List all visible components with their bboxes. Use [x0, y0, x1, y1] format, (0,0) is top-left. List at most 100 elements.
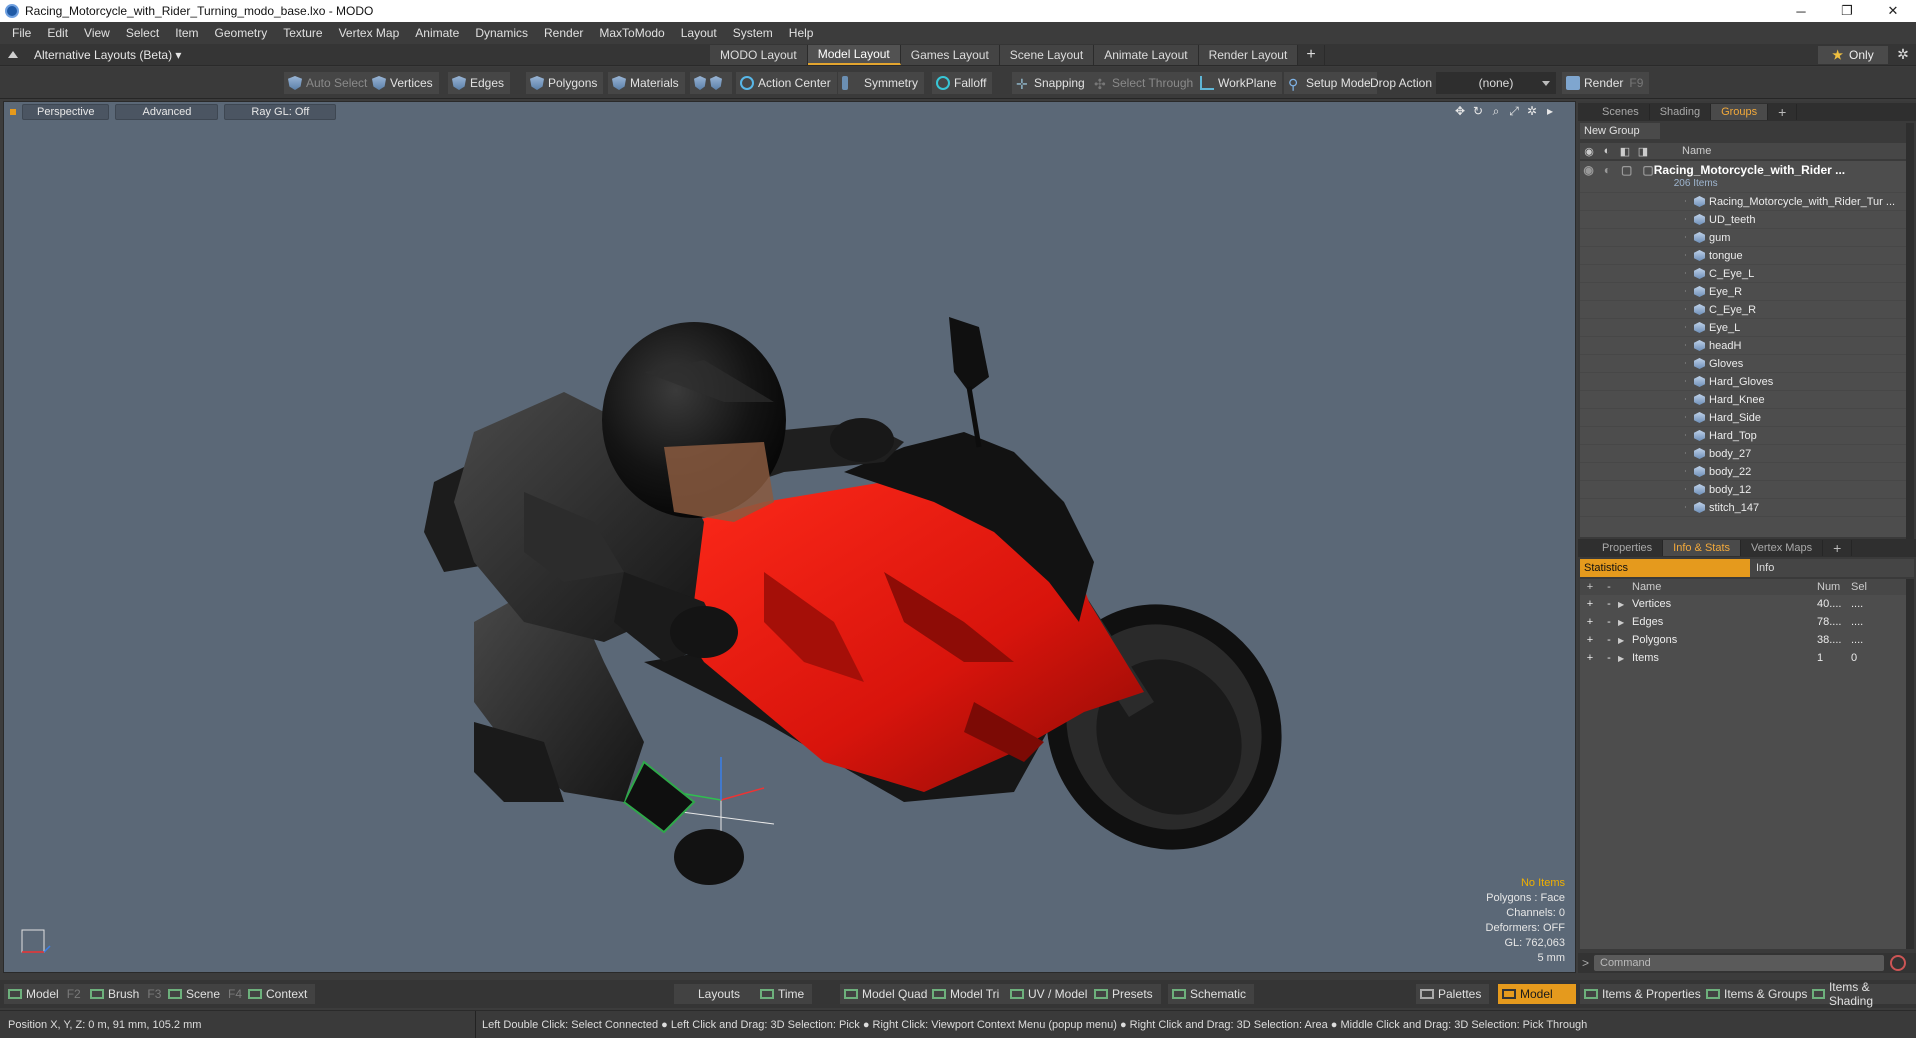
add-stats-tab-button[interactable]: +	[1823, 540, 1853, 556]
add-layout-button[interactable]: +	[1298, 45, 1325, 65]
expand-arrow-icon[interactable]: ▶	[1618, 636, 1632, 645]
stats-row-edges[interactable]: + - ▶ Edges 78.... ....	[1580, 613, 1914, 631]
maximize-view-icon[interactable]: ⤢	[1505, 104, 1523, 119]
time-button[interactable]: Time	[756, 984, 813, 1004]
tab-groups[interactable]: Groups	[1711, 104, 1769, 120]
root-visibility-toggles[interactable]: ◉ ◐ ▢ ▢	[1580, 163, 1653, 177]
menu-vertex-map[interactable]: Vertex Map	[331, 26, 408, 40]
tree-item[interactable]: ⋅ Racing_Motorcycle_with_Rider_Tur ...	[1580, 193, 1906, 211]
tree-item[interactable]: ⋅ tongue	[1580, 247, 1906, 265]
model-mode-button[interactable]: Model F2	[4, 984, 89, 1004]
tab-model-layout[interactable]: Model Layout	[807, 45, 901, 65]
move-view-icon[interactable]: ✥	[1451, 104, 1469, 119]
falloff-button[interactable]: Falloff	[932, 72, 993, 94]
menu-file[interactable]: File	[4, 26, 39, 40]
tab-modo-layout[interactable]: MODO Layout	[710, 45, 808, 65]
tab-scenes[interactable]: Scenes	[1592, 104, 1650, 120]
vertices-button[interactable]: Vertices	[368, 72, 439, 94]
tree-item[interactable]: ⋅ body_22	[1580, 463, 1906, 481]
model-tri-button[interactable]: Model Tri	[928, 984, 1008, 1004]
viewport-menu-icon[interactable]: ▸	[1541, 104, 1559, 119]
tab-scene-layout[interactable]: Scene Layout	[999, 45, 1095, 65]
items-properties-button[interactable]: Items & Properties	[1580, 984, 1709, 1004]
model-quad-button[interactable]: Model Quad	[840, 984, 936, 1004]
expand-arrow-icon[interactable]: ▶	[1618, 654, 1632, 663]
tab-shading[interactable]: Shading	[1650, 104, 1712, 120]
tree-item[interactable]: ⋅ Hard_Top	[1580, 427, 1906, 445]
tree-item[interactable]: ⋅ headH	[1580, 337, 1906, 355]
expand-arrow-icon[interactable]: ▶	[1618, 600, 1632, 609]
tree-item[interactable]: ⋅ Gloves	[1580, 355, 1906, 373]
remove-icon[interactable]: -	[1600, 634, 1618, 646]
command-input[interactable]: Command	[1594, 955, 1884, 971]
setup-mode-button[interactable]: ⚲ Setup Mode	[1284, 72, 1377, 94]
materials-button[interactable]: Materials	[608, 72, 685, 94]
lock-column-icon[interactable]: ◧	[1616, 145, 1634, 158]
rotate-view-icon[interactable]: ↻	[1469, 104, 1487, 119]
menu-texture[interactable]: Texture	[275, 26, 330, 40]
3d-viewport[interactable]: Perspective Advanced Ray GL: Off ✥ ↻ ⌕ ⤢…	[3, 101, 1576, 973]
action-center-button[interactable]: Action Center	[736, 72, 837, 94]
tree-item[interactable]: ⋅ body_12	[1580, 481, 1906, 499]
groups-scrollbar[interactable]	[1906, 123, 1914, 541]
remove-icon[interactable]: -	[1600, 652, 1618, 664]
select-through-button[interactable]: ✣ Select Through	[1090, 72, 1200, 94]
stats-scrollbar[interactable]	[1906, 579, 1914, 949]
menu-select[interactable]: Select	[118, 26, 167, 40]
tab-vertex-maps[interactable]: Vertex Maps	[1741, 540, 1824, 556]
zoom-view-icon[interactable]: ⌕	[1487, 104, 1505, 119]
gear-icon[interactable]: ✲	[1894, 46, 1912, 64]
add-icon[interactable]: +	[1580, 616, 1600, 628]
menu-maxtomodo[interactable]: MaxToModo	[591, 26, 672, 40]
add-icon[interactable]: +	[1580, 598, 1600, 610]
menu-geometry[interactable]: Geometry	[207, 26, 276, 40]
tree-item[interactable]: ⋅ Hard_Gloves	[1580, 373, 1906, 391]
workplane-button[interactable]: WorkPlane	[1196, 72, 1283, 94]
menu-layout[interactable]: Layout	[673, 26, 725, 40]
menu-view[interactable]: View	[76, 26, 118, 40]
viewport-scene[interactable]	[4, 102, 1576, 973]
stats-row-polygons[interactable]: + - ▶ Polygons 38.... ....	[1580, 631, 1914, 649]
tree-root-item[interactable]: ◉ ◐ ▢ ▢ Racing_Motorcycle_with_Rider ...…	[1580, 161, 1906, 193]
brush-mode-button[interactable]: Brush F3	[86, 984, 170, 1004]
tree-item[interactable]: ⋅ Eye_L	[1580, 319, 1906, 337]
perspective-button[interactable]: Perspective	[22, 104, 110, 120]
menu-render[interactable]: Render	[536, 26, 591, 40]
tree-item[interactable]: ⋅ gum	[1580, 229, 1906, 247]
schematic-button[interactable]: Schematic	[1168, 984, 1255, 1004]
context-mode-button[interactable]: Context	[244, 984, 316, 1004]
stats-row-items[interactable]: + - ▶ Items 1 0	[1580, 649, 1914, 667]
add-icon[interactable]: +	[1580, 634, 1600, 646]
tree-item[interactable]: ⋅ Hard_Side	[1580, 409, 1906, 427]
new-group-button[interactable]: New Group	[1580, 123, 1660, 139]
remove-icon[interactable]: -	[1600, 616, 1618, 628]
auto-select-button[interactable]: Auto Select	[284, 72, 374, 94]
menu-dynamics[interactable]: Dynamics	[467, 26, 536, 40]
raygl-button[interactable]: Ray GL: Off	[224, 104, 337, 120]
render-button[interactable]: Render F9	[1562, 72, 1650, 94]
tree-item[interactable]: ⋅ stitch_147	[1580, 499, 1906, 517]
tree-item[interactable]: ⋅ UD_teeth	[1580, 211, 1906, 229]
edges-button[interactable]: Edges	[448, 72, 511, 94]
add-icon[interactable]: +	[1580, 652, 1600, 664]
tree-item[interactable]: ⋅ C_Eye_L	[1580, 265, 1906, 283]
selection-sets-button[interactable]	[690, 72, 732, 94]
name-column-header[interactable]: Name	[1682, 145, 1711, 157]
collapse-all-icon[interactable]: -	[1600, 581, 1618, 593]
menu-animate[interactable]: Animate	[407, 26, 467, 40]
tree-item[interactable]: ⋅ Eye_R	[1580, 283, 1906, 301]
model-layout-button[interactable]: Model	[1498, 984, 1576, 1004]
advanced-button[interactable]: Advanced	[115, 104, 219, 120]
select-column-icon[interactable]: ◨	[1634, 145, 1652, 158]
tree-item[interactable]: ⋅ C_Eye_R	[1580, 301, 1906, 319]
menu-edit[interactable]: Edit	[39, 26, 76, 40]
tab-render-layout[interactable]: Render Layout	[1198, 45, 1299, 65]
expand-all-icon[interactable]: +	[1580, 581, 1600, 593]
palettes-button[interactable]: Palettes	[1416, 984, 1490, 1004]
statistics-tab[interactable]: Statistics	[1580, 559, 1750, 577]
close-button[interactable]: ✕	[1870, 0, 1916, 22]
layouts-button[interactable]: Layouts	[674, 984, 765, 1004]
stats-row-vertices[interactable]: + - ▶ Vertices 40.... ....	[1580, 595, 1914, 613]
expand-arrow-icon[interactable]: ▶	[1618, 618, 1632, 627]
presets-button[interactable]: Presets	[1090, 984, 1161, 1004]
